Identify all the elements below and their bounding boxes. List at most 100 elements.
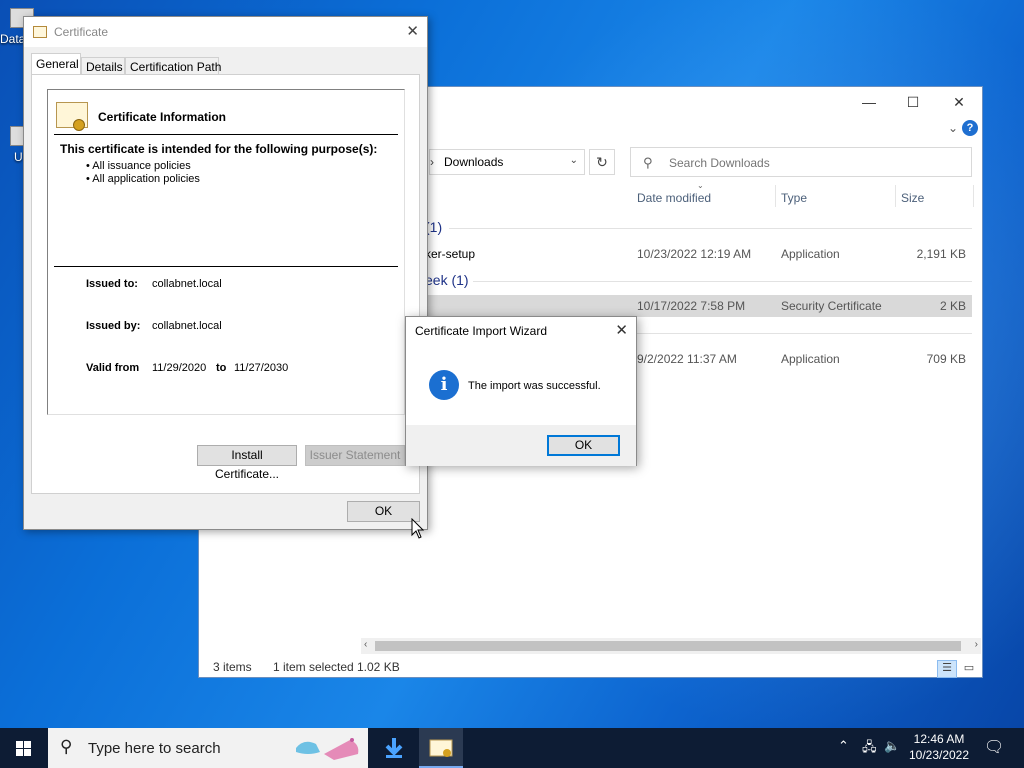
windows-logo-icon	[16, 741, 23, 748]
scrollbar-thumb[interactable]	[375, 641, 961, 651]
group-divider	[473, 281, 972, 282]
windows-logo-icon	[16, 749, 23, 756]
maximize-button[interactable]: ☐	[898, 91, 928, 113]
search-icon: ⚲	[60, 737, 73, 756]
ok-button[interactable]: OK	[347, 501, 420, 522]
column-date-modified[interactable]: Date modified	[637, 191, 711, 205]
horizontal-scrollbar[interactable]: ‹ ›	[361, 638, 981, 654]
certificate-icon	[56, 102, 88, 131]
valid-from-value: 11/29/2020	[152, 362, 207, 374]
tab-general[interactable]: General	[31, 53, 81, 75]
certificate-titlebar: Certificate ✕	[24, 17, 427, 47]
windows-logo-icon	[24, 741, 31, 748]
address-bar[interactable]: › Downloads ⌄	[429, 149, 585, 175]
windows-logo-icon	[24, 749, 31, 756]
scroll-left-icon[interactable]: ‹	[364, 639, 367, 650]
file-date: 10/23/2022 12:19 AM	[637, 247, 752, 261]
volume-icon[interactable]: 🔈	[884, 738, 900, 768]
file-name: ker-setup	[425, 247, 476, 261]
file-type: Application	[781, 247, 840, 261]
chevron-right-icon: ›	[430, 155, 434, 169]
issued-by-label: Issued by:	[86, 320, 141, 332]
dialog-title: Certificate	[54, 25, 109, 39]
action-center-icon[interactable]: 🗨	[984, 737, 1004, 768]
file-row[interactable]: ker-setup 10/23/2022 12:19 AM Applicatio…	[425, 243, 972, 265]
issuer-statement-button: Issuer Statement	[305, 445, 405, 466]
install-certificate-button[interactable]: Install Certificate...	[197, 445, 297, 481]
column-size[interactable]: Size	[901, 191, 924, 205]
taskbar-downloads-app[interactable]	[372, 728, 416, 768]
file-size: 2 KB	[939, 299, 966, 313]
tab-details[interactable]: Details	[81, 57, 125, 75]
details-view-icon[interactable]: ☰	[937, 660, 957, 678]
clock-date: 10/23/2022	[908, 748, 970, 762]
taskbar-clock[interactable]: 12:46 AM 10/23/2022	[900, 731, 978, 763]
search-highlight-illustration-icon	[296, 738, 359, 760]
file-date: 9/2/2022 11:37 AM	[637, 352, 737, 366]
desktop-icon-label: Data	[0, 32, 26, 46]
close-icon[interactable]: ✕	[615, 321, 628, 339]
group-divider	[449, 228, 972, 229]
valid-from-label: Valid from	[86, 362, 140, 374]
info-title: Certificate Information	[98, 110, 227, 124]
certificate-dialog: Certificate ✕ General Details Certificat…	[23, 16, 428, 530]
clock-time: 12:46 AM	[913, 732, 965, 746]
valid-to-label: to	[216, 362, 227, 374]
download-arrow-icon	[385, 738, 403, 758]
search-box[interactable]: ⚲	[630, 147, 972, 177]
file-type: Security Certificate	[781, 299, 882, 313]
import-wizard-dialog: Certificate Import Wizard ✕ i The import…	[405, 316, 637, 466]
close-button[interactable]: ✕	[944, 91, 974, 113]
scroll-right-icon[interactable]: ›	[975, 639, 978, 650]
help-icon[interactable]: ?	[962, 120, 978, 136]
purpose-item: • All application policies	[86, 173, 200, 185]
ok-button[interactable]: OK	[547, 435, 620, 456]
certificate-info-box: Certificate Information This certificate…	[47, 89, 405, 415]
search-input[interactable]	[669, 154, 959, 172]
start-button[interactable]	[0, 728, 48, 768]
dialog-title: Certificate Import Wizard	[415, 324, 548, 338]
dialog-footer: OK	[406, 425, 636, 466]
show-hidden-icons-chevron-icon[interactable]: ⌃	[838, 738, 849, 768]
sort-indicator-icon: ⌄	[697, 181, 704, 190]
breadcrumb-downloads[interactable]: Downloads	[444, 155, 503, 169]
taskbar-certificate-app[interactable]	[419, 728, 463, 768]
file-size: 709 KB	[926, 352, 966, 366]
tab-certification-path[interactable]: Certification Path	[125, 57, 221, 75]
search-icon: ⚲	[643, 155, 653, 170]
success-message: The import was successful.	[468, 380, 601, 392]
expand-ribbon-chevron-icon[interactable]: ⌄	[948, 121, 958, 135]
status-item-count: 3 items	[213, 660, 252, 674]
search-placeholder: Type here to search	[88, 740, 221, 757]
status-selected-size: 1.02 KB	[357, 660, 400, 674]
taskbar-search-box[interactable]: ⚲ Type here to search	[48, 728, 368, 768]
issued-by-value: collabnet.local	[152, 320, 222, 332]
file-type: Application	[781, 352, 840, 366]
refresh-button[interactable]: ↻	[589, 149, 615, 175]
network-icon[interactable]: 🖧	[862, 738, 877, 768]
info-icon: i	[429, 370, 459, 400]
column-divider[interactable]	[973, 185, 974, 207]
close-icon[interactable]: ✕	[406, 22, 419, 40]
divider	[54, 134, 398, 135]
valid-to-value: 11/27/2030	[234, 362, 289, 374]
divider	[54, 266, 398, 267]
issued-to-label: Issued to:	[86, 278, 138, 290]
column-type[interactable]: Type	[781, 191, 807, 205]
status-selected: 1 item selected	[273, 660, 354, 674]
group-header[interactable]: eek (1)	[425, 272, 469, 288]
column-divider[interactable]	[775, 185, 776, 207]
large-icons-view-icon[interactable]: ▭	[959, 660, 979, 678]
minimize-button[interactable]: —	[854, 91, 884, 113]
file-size: 2,191 KB	[916, 247, 966, 261]
chevron-down-icon[interactable]: ⌄	[570, 155, 578, 166]
status-bar: 3 items 1 item selected 1.02 KB ☰ ▭	[199, 657, 982, 678]
file-date: 10/17/2022 7:58 PM	[637, 299, 746, 313]
taskbar: ⚲ Type here to search ⌃ 🖧 🔈 12:46 AM 10/…	[0, 728, 1024, 768]
certificate-icon	[33, 26, 47, 38]
purpose-item: • All issuance policies	[86, 160, 191, 172]
column-divider[interactable]	[895, 185, 896, 207]
certificate-icon	[429, 739, 453, 757]
file-row-selected[interactable]: 10/17/2022 7:58 PM Security Certificate …	[425, 295, 972, 317]
general-tab-panel: Certificate Information This certificate…	[31, 74, 420, 494]
